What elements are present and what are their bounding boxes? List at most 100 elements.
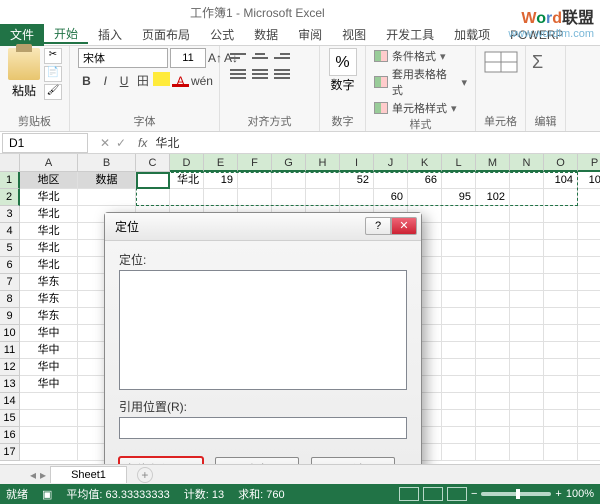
cell-A17[interactable] bbox=[20, 444, 78, 461]
cell-M6[interactable] bbox=[476, 257, 510, 274]
row-header-8[interactable]: 8 bbox=[0, 291, 20, 308]
cell-O11[interactable] bbox=[544, 342, 578, 359]
cell-N10[interactable] bbox=[510, 325, 544, 342]
tab-layout[interactable]: 页面布局 bbox=[132, 26, 200, 43]
accept-formula-icon[interactable]: ✓ bbox=[116, 136, 126, 150]
cell-A4[interactable]: 华北 bbox=[20, 223, 78, 240]
cell-M10[interactable] bbox=[476, 325, 510, 342]
col-header-M[interactable]: M bbox=[476, 154, 510, 172]
cell-N16[interactable] bbox=[510, 427, 544, 444]
row-header-16[interactable]: 16 bbox=[0, 427, 20, 444]
cell-A1[interactable]: 地区 bbox=[20, 172, 78, 189]
cell-L9[interactable] bbox=[442, 308, 476, 325]
col-header-J[interactable]: J bbox=[374, 154, 408, 172]
cell-P7[interactable] bbox=[578, 274, 600, 291]
cell-A2[interactable]: 华北 bbox=[20, 189, 78, 206]
cell-N15[interactable] bbox=[510, 410, 544, 427]
cell-A7[interactable]: 华东 bbox=[20, 274, 78, 291]
conditional-format-button[interactable]: 条件格式 ▾ bbox=[374, 48, 467, 64]
col-header-L[interactable]: L bbox=[442, 154, 476, 172]
cell-L17[interactable] bbox=[442, 444, 476, 461]
new-sheet-button[interactable]: + bbox=[137, 467, 153, 483]
font-name-select[interactable] bbox=[78, 48, 168, 68]
cell-L11[interactable] bbox=[442, 342, 476, 359]
tab-developer[interactable]: 开发工具 bbox=[376, 26, 444, 43]
cell-A10[interactable]: 华中 bbox=[20, 325, 78, 342]
table-format-button[interactable]: 套用表格格式 ▾ bbox=[374, 66, 467, 98]
number-format-button[interactable]: % 数字 bbox=[328, 48, 357, 93]
cell-M5[interactable] bbox=[476, 240, 510, 257]
normal-view-button[interactable] bbox=[399, 487, 419, 501]
name-box[interactable] bbox=[2, 133, 88, 153]
row-header-13[interactable]: 13 bbox=[0, 376, 20, 393]
cell-L14[interactable] bbox=[442, 393, 476, 410]
cell-G2[interactable] bbox=[272, 189, 306, 206]
cell-M11[interactable] bbox=[476, 342, 510, 359]
cell-B2[interactable] bbox=[78, 189, 136, 206]
format-painter-button[interactable]: 🖌 bbox=[44, 84, 62, 100]
cell-A14[interactable] bbox=[20, 393, 78, 410]
cell-O3[interactable] bbox=[544, 206, 578, 223]
cell-N12[interactable] bbox=[510, 359, 544, 376]
col-header-K[interactable]: K bbox=[408, 154, 442, 172]
align-right-icon[interactable] bbox=[272, 66, 292, 82]
macro-record-icon[interactable]: ▣ bbox=[42, 488, 52, 501]
cell-N4[interactable] bbox=[510, 223, 544, 240]
row-header-15[interactable]: 15 bbox=[0, 410, 20, 427]
cell-J2[interactable]: 60 bbox=[374, 189, 408, 206]
sheet-tab[interactable]: Sheet1 bbox=[50, 466, 127, 483]
cell-O10[interactable] bbox=[544, 325, 578, 342]
cell-O2[interactable] bbox=[544, 189, 578, 206]
goto-listbox[interactable] bbox=[119, 270, 407, 390]
cell-A13[interactable]: 华中 bbox=[20, 376, 78, 393]
cell-O8[interactable] bbox=[544, 291, 578, 308]
cell-P10[interactable] bbox=[578, 325, 600, 342]
col-header-N[interactable]: N bbox=[510, 154, 544, 172]
row-header-4[interactable]: 4 bbox=[0, 223, 20, 240]
tab-view[interactable]: 视图 bbox=[332, 26, 376, 43]
underline-button[interactable]: U bbox=[116, 72, 133, 90]
cell-P4[interactable] bbox=[578, 223, 600, 240]
col-header-I[interactable]: I bbox=[340, 154, 374, 172]
cell-M17[interactable] bbox=[476, 444, 510, 461]
cell-C2[interactable] bbox=[136, 189, 170, 206]
row-header-17[interactable]: 17 bbox=[0, 444, 20, 461]
dialog-help-button[interactable]: ? bbox=[365, 217, 391, 235]
col-header-G[interactable]: G bbox=[272, 154, 306, 172]
cell-B1[interactable]: 数据 bbox=[78, 172, 136, 189]
border-button[interactable]: 田 bbox=[134, 72, 151, 90]
row-header-10[interactable]: 10 bbox=[0, 325, 20, 342]
cells-button[interactable] bbox=[484, 48, 517, 76]
cell-N7[interactable] bbox=[510, 274, 544, 291]
cell-C1[interactable] bbox=[136, 172, 170, 189]
cell-P14[interactable] bbox=[578, 393, 600, 410]
cell-O5[interactable] bbox=[544, 240, 578, 257]
cell-P13[interactable] bbox=[578, 376, 600, 393]
cell-O12[interactable] bbox=[544, 359, 578, 376]
col-header-B[interactable]: B bbox=[78, 154, 136, 172]
align-middle-icon[interactable] bbox=[250, 48, 270, 64]
cell-A11[interactable]: 华中 bbox=[20, 342, 78, 359]
cell-L8[interactable] bbox=[442, 291, 476, 308]
col-header-F[interactable]: F bbox=[238, 154, 272, 172]
cell-O16[interactable] bbox=[544, 427, 578, 444]
tab-file[interactable]: 文件 bbox=[0, 24, 44, 46]
cell-M16[interactable] bbox=[476, 427, 510, 444]
row-header-11[interactable]: 11 bbox=[0, 342, 20, 359]
cell-M4[interactable] bbox=[476, 223, 510, 240]
cell-P11[interactable] bbox=[578, 342, 600, 359]
col-header-A[interactable]: A bbox=[20, 154, 78, 172]
sheet-nav-last-icon[interactable]: ▸ bbox=[40, 468, 46, 482]
cell-O9[interactable] bbox=[544, 308, 578, 325]
cell-P2[interactable] bbox=[578, 189, 600, 206]
cell-L15[interactable] bbox=[442, 410, 476, 427]
cell-P6[interactable] bbox=[578, 257, 600, 274]
cell-J1[interactable] bbox=[374, 172, 408, 189]
cell-A16[interactable] bbox=[20, 427, 78, 444]
phonetic-button[interactable]: wén bbox=[191, 72, 211, 90]
align-left-icon[interactable] bbox=[228, 66, 248, 82]
cell-N5[interactable] bbox=[510, 240, 544, 257]
bold-button[interactable]: B bbox=[78, 72, 95, 90]
cell-M15[interactable] bbox=[476, 410, 510, 427]
cell-D1[interactable]: 华北 bbox=[170, 172, 204, 189]
